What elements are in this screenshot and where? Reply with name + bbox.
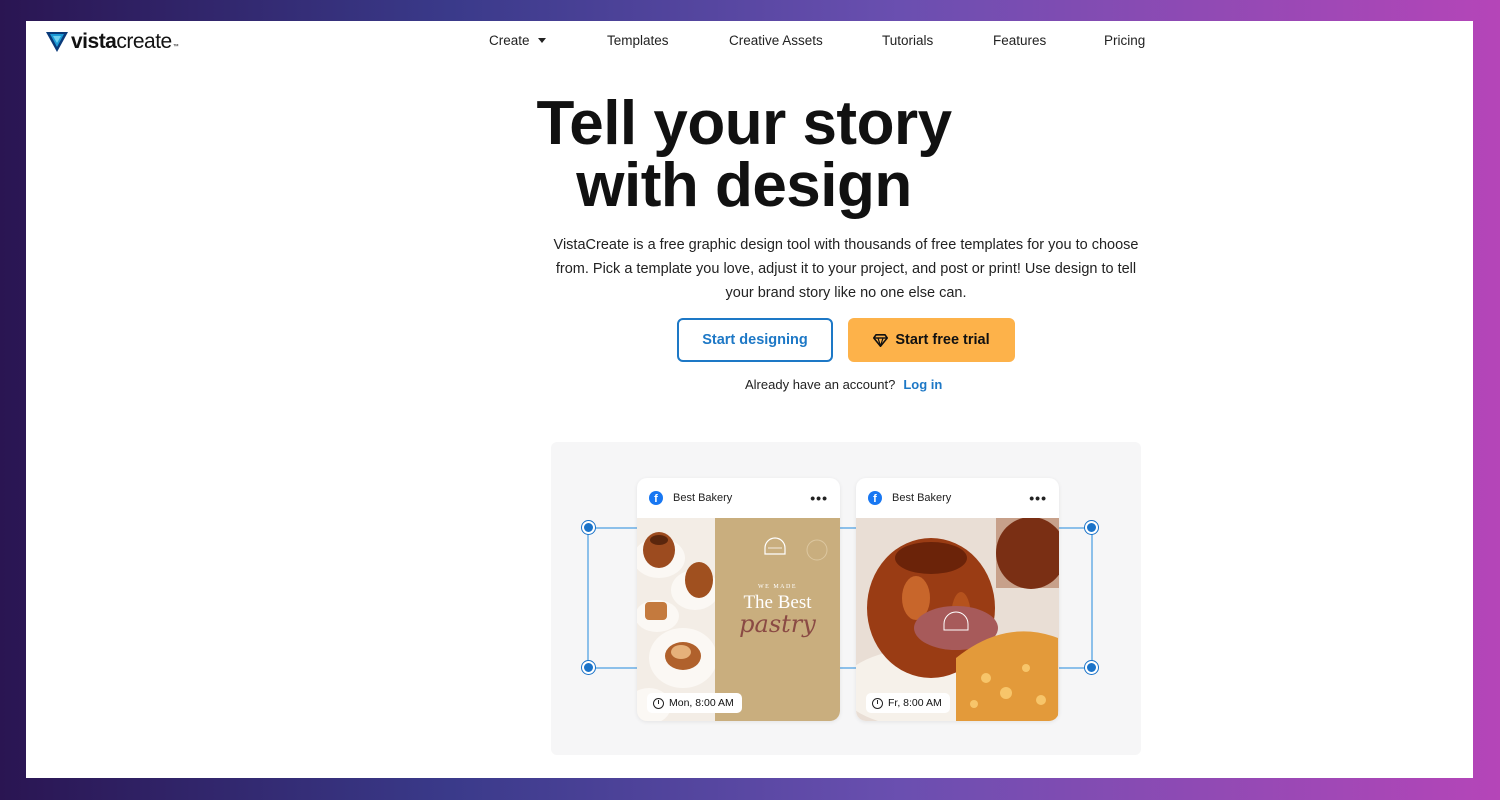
post-card-header: f Best Bakery ••• (856, 478, 1059, 518)
nav-create-label: Create (489, 33, 530, 48)
canele-photo (856, 518, 1059, 721)
scheduled-time: Mon, 8:00 AM (669, 697, 734, 709)
start-free-trial-button[interactable]: Start free trial (848, 318, 1015, 362)
post-image-canele: Fr, 8:00 AM (856, 518, 1059, 721)
nav-templates-label: Templates (607, 33, 669, 48)
scheduled-time-chip: Fr, 8:00 AM (866, 693, 950, 713)
page: vistacreate ™ Create Templates Creative … (26, 21, 1473, 778)
post-card-header: f Best Bakery ••• (637, 478, 840, 518)
vistacreate-logo-icon (46, 32, 68, 52)
resize-handle-top-right[interactable] (1085, 521, 1098, 534)
vistacreate-logo[interactable]: vistacreate ™ (46, 30, 179, 54)
logo-wordmark: vistacreate (71, 30, 172, 53)
resize-handle-bottom-right[interactable] (1085, 661, 1098, 674)
nav-features[interactable]: Features (993, 33, 1104, 48)
hero-title-line1: Tell your story (536, 89, 952, 158)
nav-pricing[interactable]: Pricing (1104, 33, 1145, 48)
nav-tutorials-label: Tutorials (882, 33, 934, 48)
post-card-friday[interactable]: f Best Bakery ••• Fr, 8:00 AM (856, 478, 1059, 721)
nav-templates[interactable]: Templates (607, 33, 729, 48)
trademark-symbol: ™ (172, 44, 179, 50)
more-dots-icon[interactable]: ••• (1029, 490, 1047, 506)
scheduled-time: Fr, 8:00 AM (888, 697, 942, 709)
post-card-monday[interactable]: f Best Bakery ••• WE MADE The Best pastr… (637, 478, 840, 721)
account-prompt-text: Already have an account? (745, 377, 896, 392)
post-page-name: Best Bakery (892, 492, 952, 504)
nav-pricing-label: Pricing (1104, 33, 1146, 48)
start-free-trial-label: Start free trial (895, 332, 990, 348)
nav-features-label: Features (993, 33, 1047, 48)
resize-handle-bottom-left[interactable] (582, 661, 595, 674)
start-designing-button[interactable]: Start designing (677, 318, 833, 362)
main-nav: Create Templates Creative Assets Tutoria… (489, 33, 1145, 48)
scheduled-time-chip: Mon, 8:00 AM (647, 693, 742, 713)
login-prompt: Already have an account? Log in (745, 377, 942, 392)
diamond-icon (873, 333, 889, 347)
clock-icon (872, 697, 883, 709)
facebook-icon: f (649, 491, 663, 505)
social-post-preview: f Best Bakery ••• WE MADE The Best pastr… (551, 442, 1141, 755)
hero-title: Tell your story with design (26, 93, 1473, 217)
hero-title-line2: with design (576, 151, 912, 220)
post-page-name: Best Bakery (673, 492, 733, 504)
post-image-pastry: WE MADE The Best pastry Mon, 8:00 AM (637, 518, 840, 721)
facebook-icon: f (868, 491, 882, 505)
nav-tutorials[interactable]: Tutorials (882, 33, 993, 48)
clock-icon (653, 697, 664, 709)
overlay-script-text: pastry (739, 610, 816, 638)
resize-handle-top-left[interactable] (582, 521, 595, 534)
more-dots-icon[interactable]: ••• (810, 490, 828, 506)
chevron-down-icon (537, 38, 546, 43)
hero-subtitle: VistaCreate is a free graphic design too… (553, 237, 1139, 301)
nav-creative-assets[interactable]: Creative Assets (729, 33, 882, 48)
selection-frame-left (587, 527, 589, 668)
selection-frame-right (1091, 527, 1093, 668)
nav-create[interactable]: Create (489, 33, 607, 48)
log-in-link[interactable]: Log in (903, 377, 942, 392)
overlay-small-text: WE MADE (758, 584, 797, 590)
nav-creative-assets-label: Creative Assets (729, 33, 823, 48)
